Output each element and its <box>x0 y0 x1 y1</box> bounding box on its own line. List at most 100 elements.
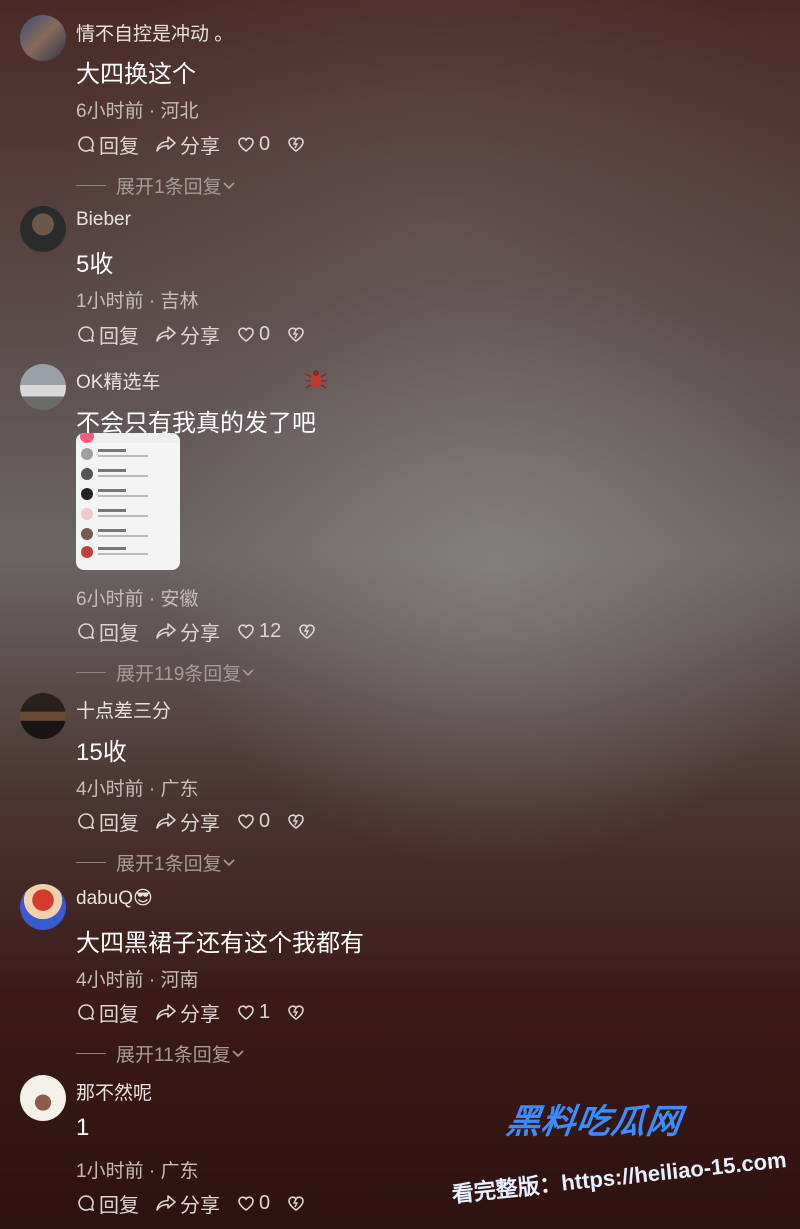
expand-replies[interactable]: 展开11条回复 <box>76 1040 245 1067</box>
reply-icon <box>78 1004 95 1021</box>
watermark: 黑料吃瓜网 看完整版：https://heiliao-15.com <box>442 1092 792 1207</box>
share-icon <box>156 1195 176 1211</box>
share-label: 分享 <box>180 622 220 645</box>
reply-icon <box>78 136 95 153</box>
comment-text: 15收 <box>76 739 127 766</box>
dislike-button[interactable] <box>286 812 309 830</box>
dislike-button[interactable] <box>297 622 320 640</box>
like-button[interactable]: 1 <box>236 1001 270 1024</box>
bug-icon <box>305 370 327 389</box>
username[interactable]: 十点差三分 <box>76 696 171 723</box>
username[interactable]: Bieber <box>76 209 131 231</box>
share-icon <box>156 1004 176 1020</box>
share-icon <box>156 813 176 829</box>
chevron-down-icon <box>223 181 235 189</box>
like-button[interactable]: 12 <box>236 620 281 643</box>
avatar[interactable] <box>20 1075 66 1121</box>
comment-meta: 4小时前 · 广东 <box>76 779 199 800</box>
comment-actions: 回复 分享 12 <box>76 617 336 646</box>
watermark-url: 看完整版：https://heiliao-15.com <box>450 1147 788 1208</box>
comment-actions: 回复 分享 0 <box>76 130 325 159</box>
reply-label: 回复 <box>99 812 139 835</box>
share-button[interactable]: 分享 <box>155 1189 220 1218</box>
broken-heart-icon <box>299 624 316 639</box>
like-button[interactable]: 0 <box>236 133 270 156</box>
reply-button[interactable]: 回复 <box>76 1189 139 1218</box>
heart-icon <box>238 1005 254 1020</box>
chevron-down-icon <box>242 668 254 676</box>
reply-button[interactable]: 回复 <box>76 998 139 1027</box>
dislike-button[interactable] <box>286 135 309 153</box>
like-count: 0 <box>259 132 271 155</box>
expand-replies[interactable]: 展开119条回复 <box>76 659 255 686</box>
reply-button[interactable]: 回复 <box>76 807 139 836</box>
share-icon <box>156 623 176 639</box>
avatar[interactable] <box>20 364 66 410</box>
broken-heart-icon <box>288 327 304 342</box>
broken-heart-icon <box>288 814 304 829</box>
expand-replies[interactable]: 展开1条回复 <box>76 849 236 876</box>
comment-text: 5收 <box>76 251 114 278</box>
share-button[interactable]: 分享 <box>155 320 220 349</box>
comment-image[interactable] <box>76 433 180 570</box>
share-button[interactable]: 分享 <box>155 807 220 836</box>
like-button[interactable]: 0 <box>236 810 270 833</box>
username[interactable]: dabuQ😎 <box>76 887 153 910</box>
expand-label: 展开119条回复 <box>116 664 242 685</box>
share-button[interactable]: 分享 <box>155 998 220 1027</box>
reply-button[interactable]: 回复 <box>76 320 139 349</box>
heart-icon <box>238 137 254 152</box>
dislike-button[interactable] <box>286 1003 309 1021</box>
comment-meta: 6小时前 · 安徽 <box>76 589 199 610</box>
comment-meta: 1小时前 · 广东 <box>76 1161 199 1182</box>
avatar[interactable] <box>20 15 66 61</box>
reply-button[interactable]: 回复 <box>76 130 139 159</box>
reply-button[interactable]: 回复 <box>76 617 139 646</box>
divider <box>76 672 106 673</box>
broken-heart-icon <box>288 137 304 152</box>
comment-text: 大四换这个 <box>76 61 196 88</box>
share-button[interactable]: 分享 <box>155 130 220 159</box>
share-label: 分享 <box>180 325 220 348</box>
reply-label: 回复 <box>99 135 139 158</box>
avatar[interactable] <box>20 884 66 930</box>
divider <box>76 862 106 863</box>
expand-label: 展开11条回复 <box>116 1045 231 1066</box>
chevron-down-icon <box>232 1049 244 1057</box>
reply-icon <box>78 326 95 343</box>
reply-label: 回复 <box>99 1194 139 1217</box>
avatar[interactable] <box>20 693 66 739</box>
comment-meta: 6小时前 · 河北 <box>76 101 199 122</box>
like-button[interactable]: 0 <box>236 1192 270 1215</box>
watermark-title: 黑料吃瓜网 <box>503 1103 685 1141</box>
share-label: 分享 <box>180 1003 220 1026</box>
like-button[interactable]: 0 <box>236 323 270 346</box>
heart-icon <box>238 624 254 639</box>
username[interactable]: 情不自控是冲动 。 <box>76 19 233 46</box>
username[interactable]: 那不然呢 <box>76 1078 152 1105</box>
expand-label: 展开1条回复 <box>116 177 222 198</box>
share-icon <box>156 136 176 152</box>
share-button[interactable]: 分享 <box>155 617 220 646</box>
expand-replies[interactable]: 展开1条回复 <box>76 172 236 199</box>
reply-icon <box>78 623 95 640</box>
expand-label: 展开1条回复 <box>116 854 222 875</box>
comment-actions: 回复 分享 0 <box>76 1189 325 1218</box>
share-label: 分享 <box>180 812 220 835</box>
heart-icon <box>238 327 254 342</box>
comment-text: 大四黑裙子还有这个我都有 <box>76 930 364 957</box>
share-icon <box>156 326 176 342</box>
like-count: 1 <box>259 1000 271 1023</box>
broken-heart-icon <box>288 1196 304 1211</box>
dislike-button[interactable] <box>286 1194 309 1212</box>
username[interactable]: OK精选车 <box>76 367 160 394</box>
comment-meta: 4小时前 · 河南 <box>76 970 199 991</box>
divider <box>76 185 106 186</box>
dislike-button[interactable] <box>286 325 309 343</box>
avatar[interactable] <box>20 206 66 252</box>
share-label: 分享 <box>180 135 220 158</box>
like-count: 12 <box>259 619 282 642</box>
comment-text: 1 <box>76 1114 90 1141</box>
chevron-down-icon <box>223 858 235 866</box>
comment-actions: 回复 分享 1 <box>76 998 325 1027</box>
